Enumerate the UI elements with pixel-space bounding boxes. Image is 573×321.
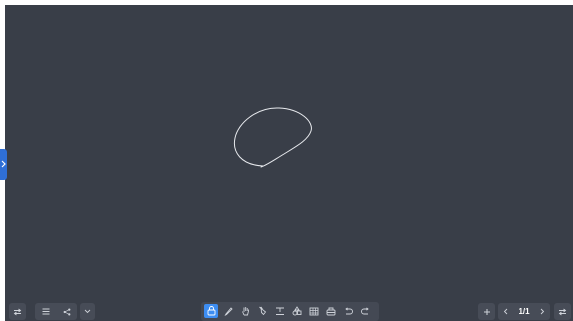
- text-icon: [276, 307, 284, 315]
- hand-tool-button[interactable]: [238, 304, 252, 318]
- eraser-icon: [326, 307, 336, 315]
- side-panel-toggle[interactable]: [0, 149, 7, 180]
- menu-share-group: [35, 303, 77, 320]
- whiteboard-canvas[interactable]: [5, 5, 573, 321]
- eraser-tool-button[interactable]: [324, 304, 338, 318]
- undo-icon: [344, 307, 353, 315]
- select-tool-button[interactable]: [204, 304, 218, 318]
- add-page-button[interactable]: [478, 303, 495, 320]
- swap-panel-button[interactable]: [554, 303, 571, 320]
- freehand-drawing[interactable]: [5, 5, 573, 321]
- laser-icon: [258, 306, 266, 316]
- pen-icon: [223, 306, 233, 316]
- table-icon: [309, 307, 319, 315]
- shapes-icon: [292, 306, 302, 316]
- redo-button[interactable]: [358, 304, 372, 318]
- laser-tool-button[interactable]: [255, 304, 269, 318]
- table-tool-button[interactable]: [307, 304, 321, 318]
- chevron-right-icon: [1, 160, 6, 168]
- swap-layout-button[interactable]: [9, 303, 26, 320]
- redo-icon: [360, 307, 369, 315]
- more-dropdown-button[interactable]: [80, 303, 95, 320]
- swap-icon: [558, 308, 567, 315]
- chevron-left-icon[interactable]: [503, 308, 508, 315]
- shapes-tool-button[interactable]: [290, 304, 304, 318]
- page-navigator: 1/1: [498, 303, 550, 320]
- pen-tool-button[interactable]: [221, 304, 235, 318]
- chevron-down-icon: [84, 309, 91, 314]
- hand-icon: [241, 307, 249, 316]
- plus-icon: [483, 308, 490, 315]
- undo-button[interactable]: [341, 304, 355, 318]
- swap-icon: [13, 308, 22, 315]
- chevron-right-icon[interactable]: [540, 308, 545, 315]
- text-tool-button[interactable]: [273, 304, 287, 318]
- page-indicator: 1/1: [518, 307, 530, 316]
- select-icon: [207, 306, 215, 316]
- menu-icon[interactable]: [42, 308, 50, 315]
- drawing-toolbar: [201, 302, 379, 321]
- share-icon[interactable]: [63, 308, 71, 316]
